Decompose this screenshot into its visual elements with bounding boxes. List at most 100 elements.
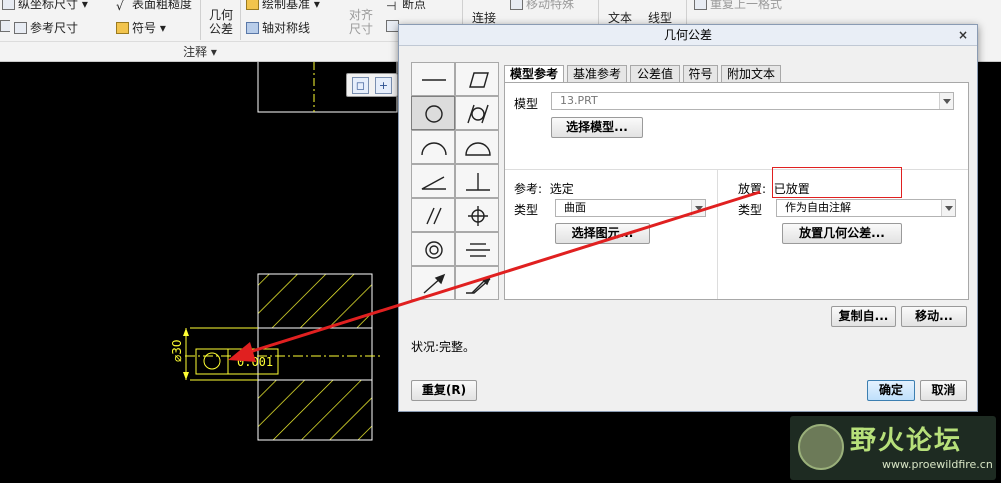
symbol-button-position[interactable] — [455, 198, 499, 232]
geometric-tolerance-button[interactable]: 几何 公差 — [206, 8, 236, 36]
dialog-title: 几何公差 — [663, 28, 712, 42]
panel-divider-vertical — [717, 170, 718, 299]
symbol-button-circular-runout[interactable] — [411, 266, 455, 300]
clipped-icon — [0, 20, 10, 32]
place-gtol-button[interactable]: 放置几何公差... — [782, 223, 902, 244]
angularity-icon — [421, 176, 446, 190]
zoom-in-icon[interactable]: + — [375, 77, 392, 94]
ribbon-separator — [200, 0, 201, 40]
ok-button[interactable]: 确定 — [867, 380, 915, 401]
ordinate-dim-button[interactable]: 纵坐标尺寸 ▾ — [2, 0, 88, 12]
symbol-button-cylindricity[interactable] — [455, 96, 499, 130]
move-special-button[interactable]: 移动特殊 — [510, 0, 574, 12]
parallelism-icon — [426, 207, 442, 225]
model-label: 模型 — [514, 97, 539, 111]
tab-tolerance-value[interactable]: 公差值 — [630, 65, 680, 82]
reference-status: 选定 — [549, 182, 574, 196]
chevron-down-icon — [941, 200, 955, 216]
symbol-button-straightness[interactable] — [411, 62, 455, 96]
break-button[interactable]: ⊣ 断点 — [386, 0, 426, 13]
placement-type-dropdown[interactable]: 作为自由注解 — [776, 199, 956, 217]
zoom-fit-icon[interactable]: ◻ — [352, 77, 369, 94]
total-runout-icon — [466, 275, 492, 294]
symbol-button-total-runout[interactable] — [455, 266, 499, 300]
bore-section — [257, 327, 373, 381]
surface-finish-button[interactable]: √ 表面粗糙度 — [116, 0, 192, 13]
watermark-title: 野火论坛 — [850, 426, 963, 456]
chevron-down-icon — [691, 200, 705, 216]
chevron-down-icon — [939, 93, 953, 109]
repeat-format-icon — [694, 0, 707, 10]
circular-runout-icon — [423, 273, 446, 294]
gtol-value-text: 0.001 — [237, 355, 273, 369]
perpendicularity-icon — [466, 173, 490, 191]
geometric-tolerance-dialog: 几何公差 × 模型参考 基准参考 公差值 符号 附加文本 模型 13.PRT 选… — [398, 24, 978, 412]
repeat-format-button[interactable]: 重复上一格式 — [694, 0, 782, 12]
symbol-button-angularity[interactable] — [411, 164, 455, 198]
position-icon — [468, 206, 488, 226]
profile-of-line-icon — [421, 142, 447, 156]
clipped-button[interactable] — [0, 19, 10, 33]
move-special-icon — [510, 0, 523, 10]
symbol-button-symmetry[interactable] — [455, 232, 499, 266]
symbol-button-flatness[interactable] — [455, 62, 499, 96]
reference-label: 参考: 选定 — [514, 182, 574, 196]
status-text: 状况:完整。 — [411, 340, 476, 354]
gtol-symbol-palette — [411, 62, 499, 300]
symbol-icon — [116, 22, 129, 34]
forum-watermark: 野火论坛 www.proewildfire.cn — [790, 416, 996, 480]
section-hatch-lower — [257, 379, 373, 441]
symbol-button-circularity[interactable] — [411, 96, 455, 130]
ordinate-dim-icon — [2, 0, 15, 10]
placement-type-label: 类型 — [738, 203, 763, 217]
symmetry-icon — [466, 243, 490, 257]
dialog-titlebar[interactable]: 几何公差 × — [399, 25, 977, 46]
align-dims-button[interactable]: 对齐 尺寸 — [346, 8, 376, 36]
watermark-url: www.proewildfire.cn — [882, 458, 993, 471]
close-icon[interactable]: × — [955, 27, 971, 43]
symbol-button-profile-of-line[interactable] — [411, 130, 455, 164]
tab-datum-reference[interactable]: 基准参考 — [567, 65, 627, 82]
straightness-icon — [422, 79, 446, 81]
repeat-button[interactable]: 重复(R) — [411, 380, 477, 401]
copy-from-button[interactable]: 复制自... — [831, 306, 896, 327]
symbol-button[interactable]: 符号 ▾ — [116, 19, 166, 36]
annotation-highlight-box — [772, 167, 902, 198]
symbol-button-profile-of-surface[interactable] — [455, 130, 499, 164]
select-model-button[interactable]: 选择模型... — [551, 117, 643, 138]
symbol-button-concentricity[interactable] — [411, 232, 455, 266]
sketch-datum-button[interactable]: 绘制基准 ▾ — [246, 0, 320, 12]
symbol-button-perpendicularity[interactable] — [455, 164, 499, 198]
break-icon: ⊣ — [386, 0, 397, 13]
ref-dim-icon — [14, 22, 27, 34]
tab-additional-text[interactable]: 附加文本 — [721, 65, 781, 82]
select-entity-button[interactable]: 选择图元... — [555, 223, 650, 244]
reference-type-label: 类型 — [514, 203, 539, 217]
circularity-icon — [425, 105, 443, 123]
axis-symmetry-button[interactable]: 轴对称线 — [246, 19, 310, 36]
gtol-circularity-symbol — [203, 352, 221, 370]
cylindricity-icon — [467, 104, 489, 124]
annotate-group-label[interactable]: 注释 ▾ — [0, 41, 400, 62]
surface-finish-icon: √ — [116, 0, 124, 13]
forum-logo-icon — [798, 424, 844, 470]
model-dropdown[interactable]: 13.PRT — [551, 92, 954, 110]
diameter-dimension-text[interactable]: ⌀30 — [170, 340, 184, 363]
ref-dim-button[interactable]: 参考尺寸 — [14, 19, 78, 36]
dim-arrow-bottom — [183, 372, 189, 380]
reference-type-dropdown[interactable]: 曲面 — [555, 199, 706, 217]
section-hatch-upper — [257, 273, 373, 329]
flatness-icon — [469, 72, 489, 88]
dim-arrow-top — [183, 328, 189, 336]
symbol-button-parallelism[interactable] — [411, 198, 455, 232]
concentricity-icon — [425, 241, 443, 259]
zoom-toolbar: ◻ + — [346, 73, 398, 97]
cancel-button[interactable]: 取消 — [920, 380, 967, 401]
axis-symmetry-icon — [246, 22, 259, 34]
tab-symbol[interactable]: 符号 — [683, 65, 718, 82]
profile-of-surface-icon — [465, 142, 491, 156]
ribbon-separator — [240, 0, 241, 40]
sketch-datum-icon — [246, 0, 259, 10]
move-button[interactable]: 移动... — [901, 306, 967, 327]
tab-model-reference[interactable]: 模型参考 — [504, 65, 564, 83]
